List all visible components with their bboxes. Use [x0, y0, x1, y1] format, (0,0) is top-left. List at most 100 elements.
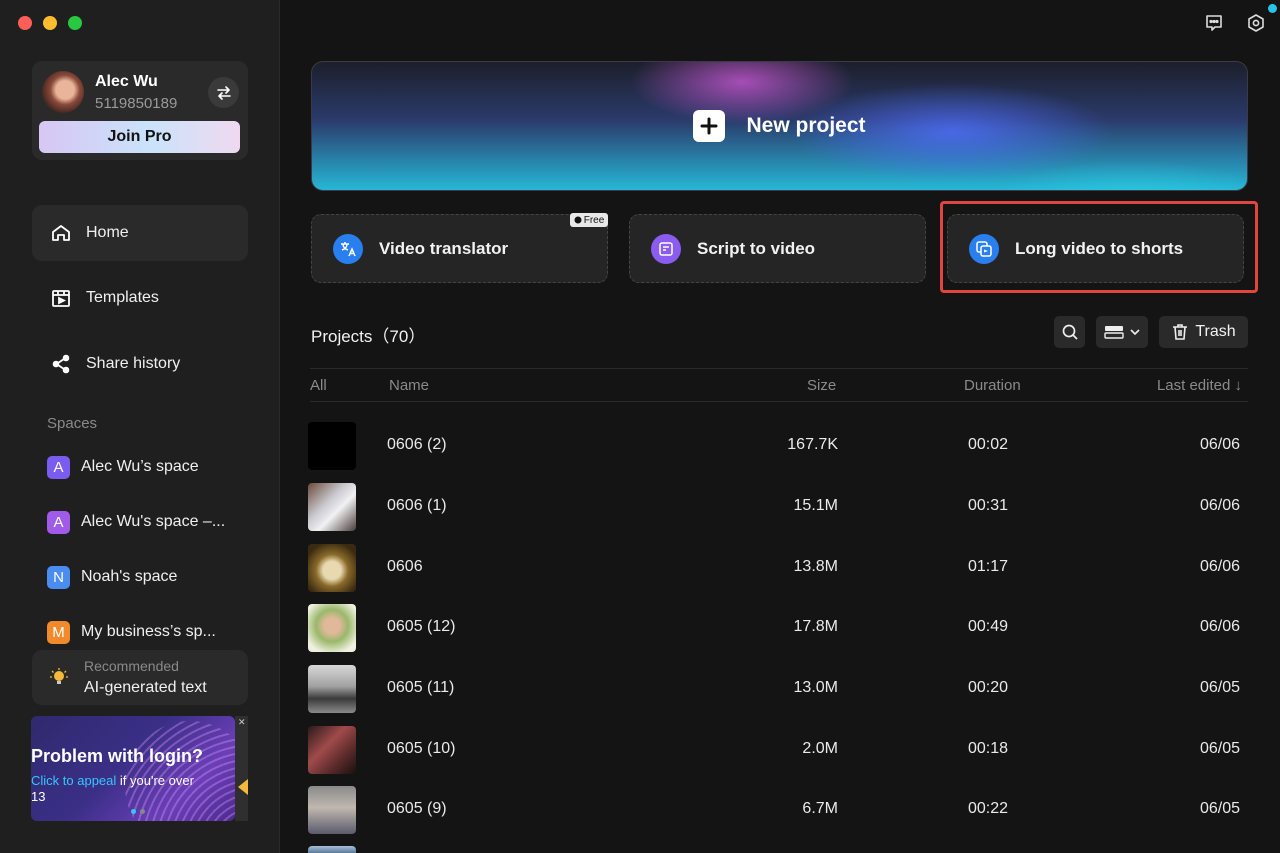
- project-name: 0605 (12): [387, 618, 456, 635]
- project-thumbnail: [308, 422, 356, 470]
- banner-text: if you're over: [116, 773, 194, 788]
- long-video-to-shorts-button[interactable]: Long video to shorts: [947, 214, 1244, 283]
- projects-title: Projects（70）: [311, 327, 426, 346]
- space-label: Alec Wu’s space: [81, 458, 199, 475]
- close-window-button[interactable]: [18, 16, 32, 30]
- free-badge-label: Free: [583, 214, 605, 226]
- project-duration: 00:02: [968, 436, 1009, 453]
- window-controls: [18, 16, 82, 30]
- project-size: 6.7M: [802, 800, 838, 817]
- search-button[interactable]: [1054, 316, 1085, 348]
- minimize-window-button[interactable]: [43, 16, 57, 30]
- spaces-heading: Spaces: [47, 415, 98, 432]
- project-name: 0605 (11): [387, 679, 455, 696]
- close-icon[interactable]: ✕: [238, 718, 246, 727]
- project-name: 0606 (2): [387, 436, 447, 453]
- space-badge: A: [47, 455, 70, 479]
- space-item-alec-wu-2[interactable]: A Alec Wu's space –...: [47, 510, 247, 534]
- column-size[interactable]: Size: [807, 377, 836, 394]
- translate-icon: [333, 233, 363, 264]
- tool-label: Video translator: [379, 238, 509, 258]
- banner-pagination: [131, 809, 145, 814]
- project-thumbnail: [308, 786, 356, 834]
- table-header: All Name Size Duration Last edited ↓: [310, 368, 1248, 402]
- space-label: My business’s sp...: [81, 623, 216, 640]
- table-row[interactable]: 0605 (12) 17.8M 00:49 06/06: [308, 604, 1248, 652]
- free-badge: Free: [570, 213, 608, 227]
- project-duration: 00:18: [968, 740, 1009, 757]
- banner-title: Problem with login?: [31, 746, 203, 766]
- project-size: 13.8M: [793, 558, 838, 575]
- templates-icon: [52, 290, 70, 307]
- project-date: 06/06: [1199, 436, 1240, 453]
- user-card: Alec Wu 5119850189 Join Pro: [32, 61, 248, 160]
- project-thumbnail: [308, 726, 356, 774]
- recommended-title: AI-generated text: [84, 679, 207, 696]
- avatar[interactable]: [42, 71, 84, 113]
- project-name: 0605 (10): [387, 740, 456, 757]
- lightbulb-icon: [50, 668, 68, 684]
- banner-side-panel: [235, 716, 248, 821]
- project-date: 06/06: [1199, 497, 1240, 514]
- project-thumbnail-partial: [308, 846, 356, 853]
- project-thumbnail: [308, 604, 356, 652]
- project-size: 13.0M: [793, 679, 838, 696]
- sidebar-item-home[interactable]: Home: [32, 205, 248, 261]
- project-date: 06/05: [1199, 740, 1240, 757]
- project-name: 0606 (1): [387, 497, 447, 514]
- project-duration: 01:17: [968, 558, 1009, 575]
- table-row[interactable]: 0606 (1) 15.1M 00:31 06/06: [308, 483, 1248, 531]
- space-item-noah[interactable]: N Noah's space: [47, 565, 247, 589]
- view-toggle-button[interactable]: [1096, 316, 1148, 348]
- script-to-video-button[interactable]: Script to video: [629, 214, 926, 283]
- feedback-icon[interactable]: [1204, 13, 1224, 33]
- join-pro-button[interactable]: Join Pro: [39, 121, 240, 153]
- table-row[interactable]: 0605 (11) 13.0M 00:20 06/05: [308, 665, 1248, 713]
- table-row[interactable]: 0606 13.8M 01:17 06/06: [308, 544, 1248, 592]
- space-item-my-business[interactable]: M My business’s sp...: [47, 620, 247, 644]
- search-icon: [1062, 324, 1078, 340]
- plus-icon: [693, 110, 726, 142]
- video-translator-button[interactable]: Video translator: [311, 214, 608, 283]
- banner-arrow-icon[interactable]: [238, 779, 248, 795]
- clock-icon: [574, 216, 582, 224]
- pagination-dot[interactable]: [131, 809, 136, 814]
- appeal-link[interactable]: Click to appeal: [31, 773, 116, 788]
- maximize-window-button[interactable]: [68, 16, 82, 30]
- recommended-card[interactable]: Recommended AI-generated text: [32, 650, 248, 705]
- project-duration: 00:49: [968, 618, 1009, 635]
- project-date: 06/06: [1199, 618, 1240, 635]
- recommended-label: Recommended: [84, 658, 179, 674]
- trash-button[interactable]: Trash: [1159, 316, 1248, 348]
- shorts-icon: [969, 233, 999, 264]
- switch-account-button[interactable]: [208, 77, 239, 108]
- project-duration: 00:31: [968, 497, 1009, 514]
- column-last-edited[interactable]: Last edited ↓: [1157, 377, 1242, 394]
- column-duration[interactable]: Duration: [964, 377, 1021, 394]
- sidebar-item-label: Share history: [86, 355, 181, 372]
- table-row[interactable]: 0605 (10) 2.0M 00:18 06/05: [308, 726, 1248, 774]
- project-thumbnail: [308, 544, 356, 592]
- sidebar-item-templates[interactable]: Templates: [32, 270, 248, 326]
- project-size: 17.8M: [793, 618, 838, 635]
- pagination-dot[interactable]: [140, 809, 145, 814]
- user-name: Alec Wu: [95, 73, 158, 90]
- table-row[interactable]: 0605 (9) 6.7M 00:22 06/05: [308, 786, 1248, 834]
- project-duration: 00:20: [968, 679, 1009, 696]
- column-all[interactable]: All: [310, 377, 327, 394]
- project-name: 0606: [387, 558, 423, 575]
- project-date: 06/06: [1199, 558, 1240, 575]
- column-name[interactable]: Name: [389, 377, 429, 394]
- project-name: 0605 (9): [387, 800, 447, 817]
- settings-icon[interactable]: [1246, 13, 1266, 33]
- sidebar-item-label: Templates: [86, 289, 159, 306]
- project-size: 15.1M: [793, 497, 838, 514]
- table-row[interactable]: 0606 (2) 167.7K 00:02 06/06: [308, 422, 1248, 470]
- sidebar-item-share-history[interactable]: Share history: [32, 336, 248, 392]
- space-badge: A: [47, 510, 70, 534]
- tool-label: Long video to shorts: [1015, 238, 1184, 258]
- project-size: 2.0M: [802, 740, 838, 757]
- new-project-button[interactable]: New project: [311, 61, 1248, 191]
- space-item-alec-wu[interactable]: A Alec Wu’s space: [47, 455, 247, 479]
- login-banner[interactable]: Problem with login? Click to appeal if y…: [31, 716, 235, 821]
